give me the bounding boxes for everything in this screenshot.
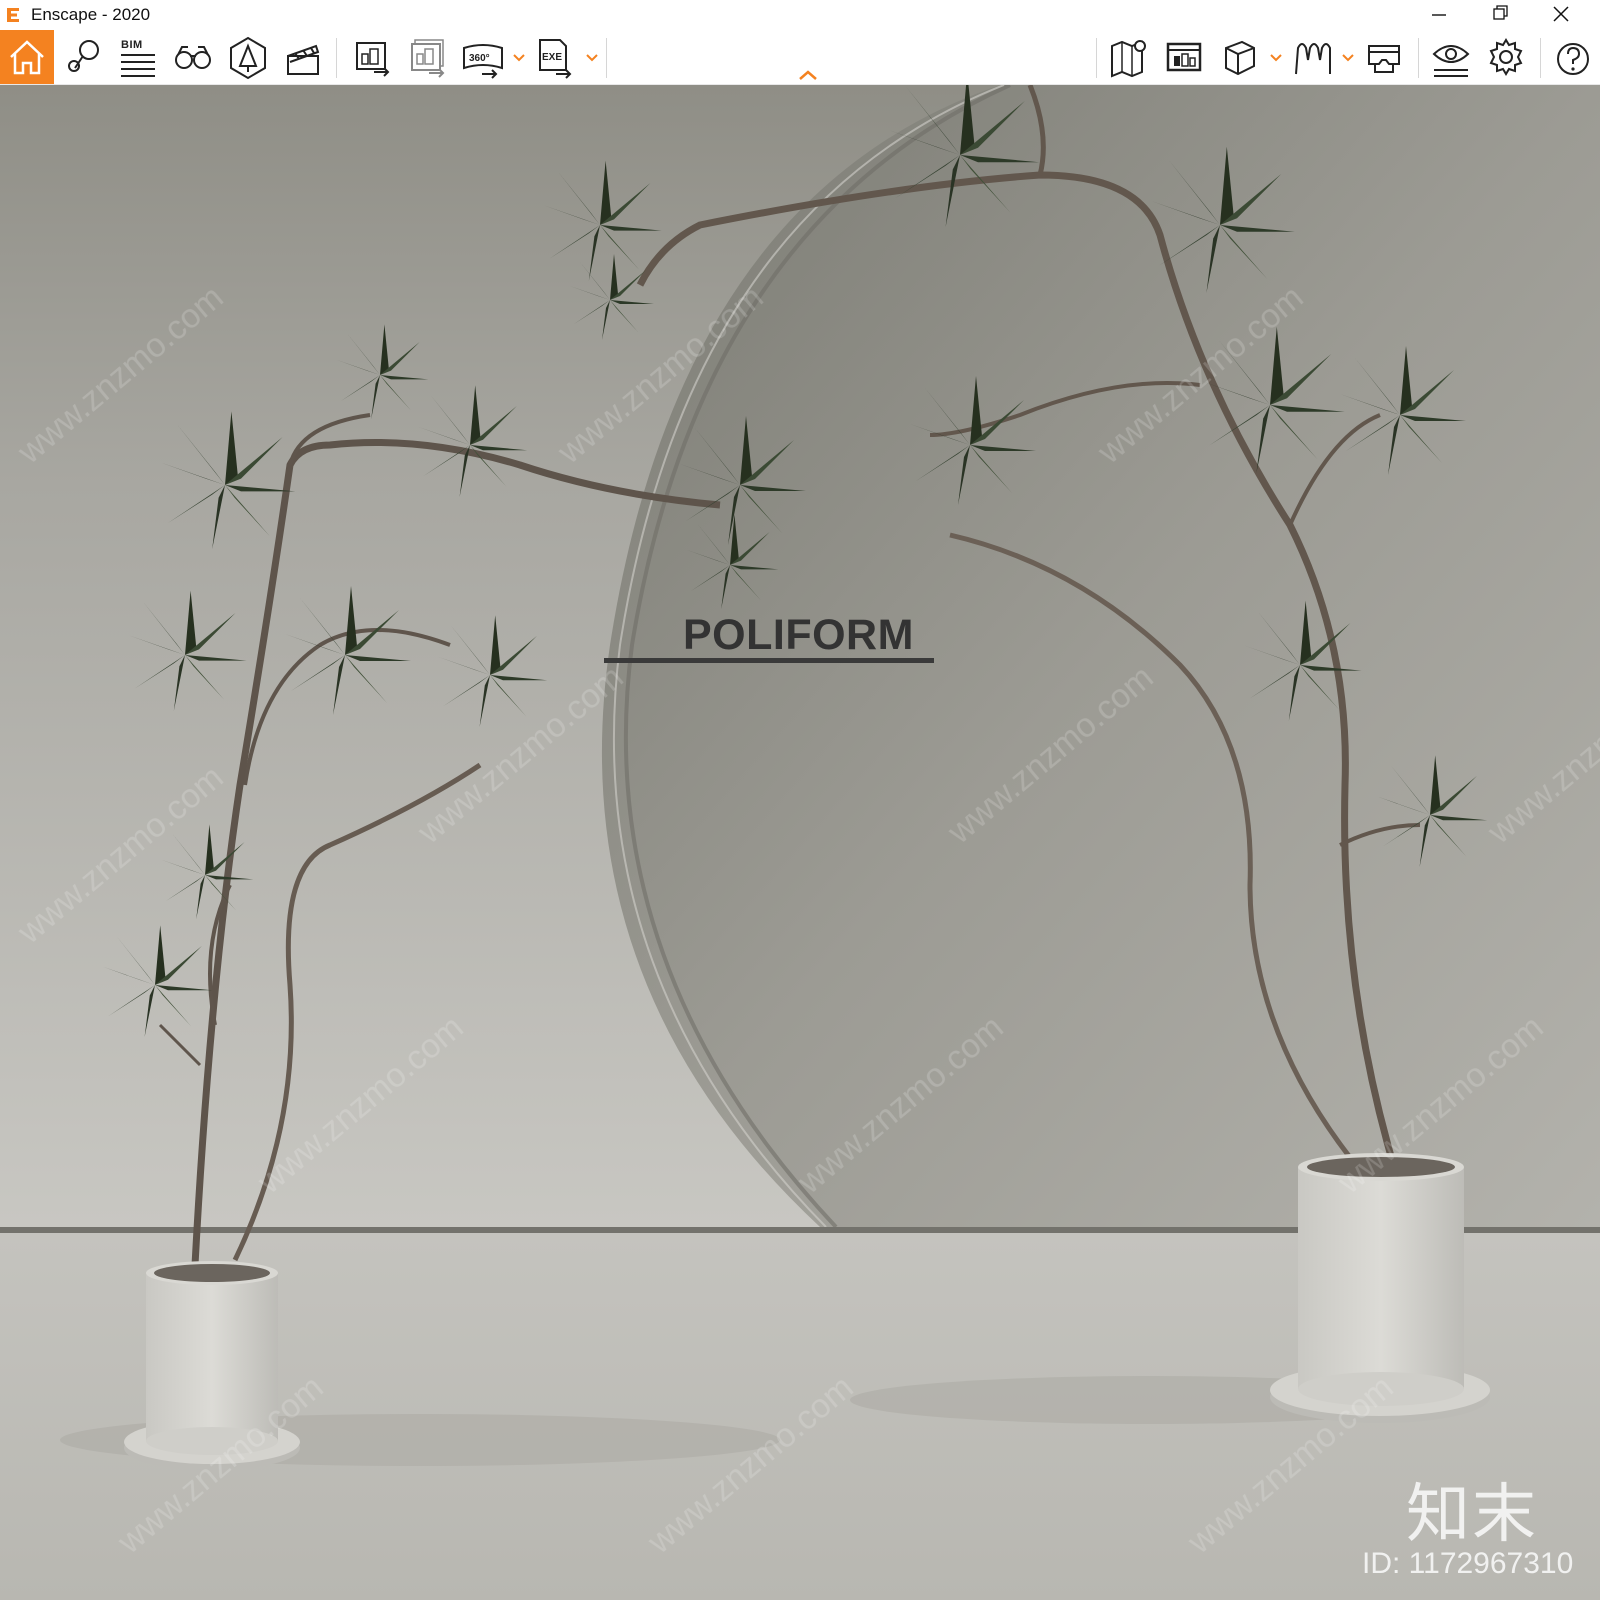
- wall-sign-rule: [604, 658, 934, 663]
- pano-360-label: 360°: [469, 53, 490, 64]
- batch-export-icon: [411, 39, 445, 78]
- exe-export-icon: EXE: [539, 39, 572, 79]
- vr-button[interactable]: [1357, 30, 1411, 84]
- map-pin-icon: [68, 40, 99, 72]
- chevron-down-icon: [1270, 54, 1282, 62]
- toolbar: BIM 360° EXE: [0, 30, 1600, 85]
- enscape-logo-icon: [4, 5, 24, 25]
- watermark-id: ID: 1172967310: [1362, 1547, 1574, 1580]
- cube-dropdown[interactable]: [1269, 48, 1283, 66]
- exe-label: EXE: [542, 52, 562, 63]
- title-bar: Enscape - 2020: [0, 0, 1600, 30]
- toolbar-separator: [606, 38, 607, 78]
- pano-360-button[interactable]: 360°: [456, 30, 510, 84]
- binoculars-icon: [175, 46, 211, 69]
- home-button[interactable]: [0, 30, 54, 84]
- cube-icon: [1225, 40, 1255, 76]
- people-icon: [1295, 43, 1331, 75]
- batch-render-button[interactable]: [401, 30, 455, 84]
- pano-360-icon: 360°: [463, 44, 503, 79]
- help-button[interactable]: [1546, 30, 1600, 84]
- bim-label: BIM: [121, 39, 143, 51]
- collapse-toolbar-button[interactable]: [796, 68, 820, 82]
- chevron-down-icon: [1342, 54, 1354, 62]
- exe-export-dropdown[interactable]: [585, 48, 599, 66]
- map-button[interactable]: [1102, 30, 1156, 84]
- settings-button[interactable]: [1479, 30, 1533, 84]
- close-button[interactable]: [1536, 0, 1596, 30]
- people-dropdown[interactable]: [1341, 48, 1355, 66]
- assets-button[interactable]: [221, 30, 275, 84]
- render-viewport[interactable]: www.znzmo.com www.znzmo.com www.znzmo.co…: [0, 85, 1600, 1600]
- views-button[interactable]: [56, 30, 110, 84]
- gear-icon: [1489, 38, 1523, 76]
- poliform-wall-sign: POLIFORM: [683, 611, 914, 659]
- toolbar-separator: [1540, 38, 1541, 78]
- toolbar-separator: [1096, 38, 1097, 78]
- clapperboard-icon: [287, 44, 320, 75]
- restore-button[interactable]: [1470, 0, 1530, 30]
- chevron-down-icon: [586, 54, 598, 62]
- watermark-logo: 知末: [1406, 1478, 1538, 1550]
- asset-library-button[interactable]: [166, 30, 220, 84]
- window-title: Enscape - 2020: [31, 5, 151, 24]
- video-editor-button[interactable]: [276, 30, 330, 84]
- tree-shape-icon: [230, 36, 266, 80]
- screenshot-button[interactable]: [346, 30, 400, 84]
- chevron-down-icon: [513, 54, 525, 62]
- help-icon: [1557, 43, 1589, 75]
- vr-headset-icon: [1368, 45, 1400, 73]
- cube-button[interactable]: [1212, 30, 1266, 84]
- map-icon: [1111, 40, 1146, 78]
- exe-export-button[interactable]: EXE: [528, 30, 582, 84]
- toolbar-separator: [336, 38, 337, 78]
- scene-render: www.znzmo.com www.znzmo.com www.znzmo.co…: [0, 85, 1600, 1600]
- web-export-icon: [1166, 42, 1202, 72]
- minimize-button[interactable]: [1410, 0, 1470, 30]
- chevron-up-icon: [799, 70, 817, 80]
- eye-settings-icon: [1432, 45, 1470, 77]
- pano-360-dropdown[interactable]: [512, 48, 526, 66]
- toolbar-separator: [1418, 38, 1419, 78]
- home-icon: [10, 40, 44, 75]
- web-export-button[interactable]: [1157, 30, 1211, 84]
- people-button[interactable]: [1286, 30, 1340, 84]
- visual-settings-button[interactable]: [1424, 30, 1478, 84]
- render-export-icon: [356, 42, 390, 77]
